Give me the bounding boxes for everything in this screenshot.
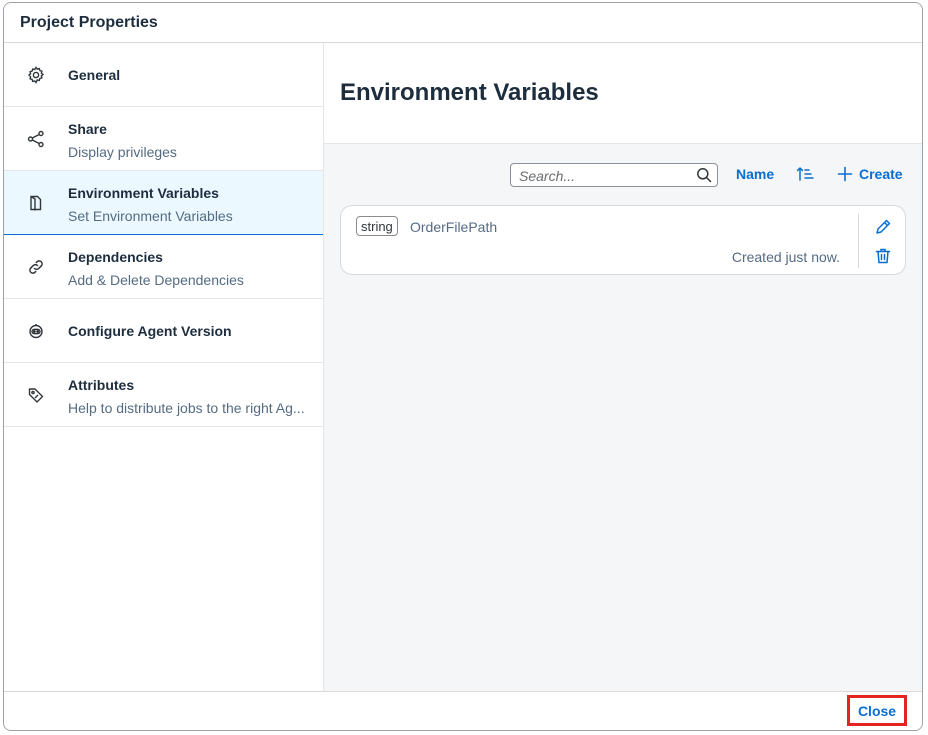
sidebar-item-attributes[interactable]: Attributes Help to distribute jobs to th… bbox=[4, 363, 323, 427]
dialog-title: Project Properties bbox=[20, 14, 158, 31]
content-panel: Environment Variables Name bbox=[324, 43, 922, 692]
sort-ascending-icon[interactable] bbox=[796, 165, 814, 183]
sidebar-item-subtitle: Add & Delete Dependencies bbox=[68, 272, 244, 288]
sidebar-item-label: General bbox=[68, 67, 121, 83]
tag-icon bbox=[26, 385, 46, 405]
sidebar-item-label: Attributes bbox=[68, 377, 135, 393]
sidebar-item-label: Dependencies bbox=[68, 249, 163, 265]
sidebar-item-subtitle: Help to distribute jobs to the right Ag.… bbox=[68, 400, 305, 416]
sidebar-item-subtitle: Display privileges bbox=[68, 144, 177, 160]
variable-created-text: Created just now. bbox=[731, 249, 840, 265]
search-icon[interactable] bbox=[696, 167, 712, 183]
sidebar-item-share[interactable]: Share Display privileges bbox=[4, 107, 323, 171]
share-icon bbox=[26, 129, 46, 149]
document-icon bbox=[26, 193, 46, 213]
dialog-header: Project Properties bbox=[4, 3, 922, 43]
sidebar-item-environment-variables[interactable]: Environment Variables Set Environment Va… bbox=[4, 171, 323, 235]
variable-card[interactable]: string OrderFilePath Created just now. bbox=[340, 205, 906, 275]
toolbar: Name Create bbox=[324, 163, 922, 189]
card-divider bbox=[858, 214, 859, 268]
page-title: Environment Variables bbox=[340, 79, 599, 106]
delete-icon[interactable] bbox=[874, 247, 892, 265]
sidebar: General Share Display privileges Environ… bbox=[4, 43, 324, 692]
sidebar-item-label: Configure Agent Version bbox=[68, 323, 232, 339]
variable-name: OrderFilePath bbox=[410, 219, 498, 235]
sort-by-name-button[interactable]: Name bbox=[736, 166, 774, 182]
sidebar-item-label: Share bbox=[68, 121, 107, 137]
variable-type-badge: string bbox=[356, 216, 398, 236]
sidebar-item-dependencies[interactable]: Dependencies Add & Delete Dependencies bbox=[4, 235, 323, 299]
sidebar-item-general[interactable]: General bbox=[4, 43, 323, 107]
project-properties-dialog: Project Properties General Share Display… bbox=[3, 2, 923, 731]
content-header: Environment Variables bbox=[324, 43, 922, 144]
sidebar-item-configure-agent-version[interactable]: Configure Agent Version bbox=[4, 299, 323, 363]
robot-icon bbox=[26, 321, 46, 341]
add-icon[interactable] bbox=[837, 166, 853, 182]
sidebar-item-label: Environment Variables bbox=[68, 185, 219, 201]
close-button[interactable]: Close bbox=[847, 695, 907, 726]
sidebar-item-subtitle: Set Environment Variables bbox=[68, 208, 233, 224]
dialog-footer: Close bbox=[4, 691, 922, 730]
link-icon bbox=[26, 257, 46, 277]
edit-icon[interactable] bbox=[874, 218, 892, 236]
create-button[interactable]: Create bbox=[859, 166, 903, 182]
search-input[interactable] bbox=[517, 166, 691, 186]
search-field[interactable] bbox=[510, 163, 718, 187]
gear-icon bbox=[26, 65, 46, 85]
